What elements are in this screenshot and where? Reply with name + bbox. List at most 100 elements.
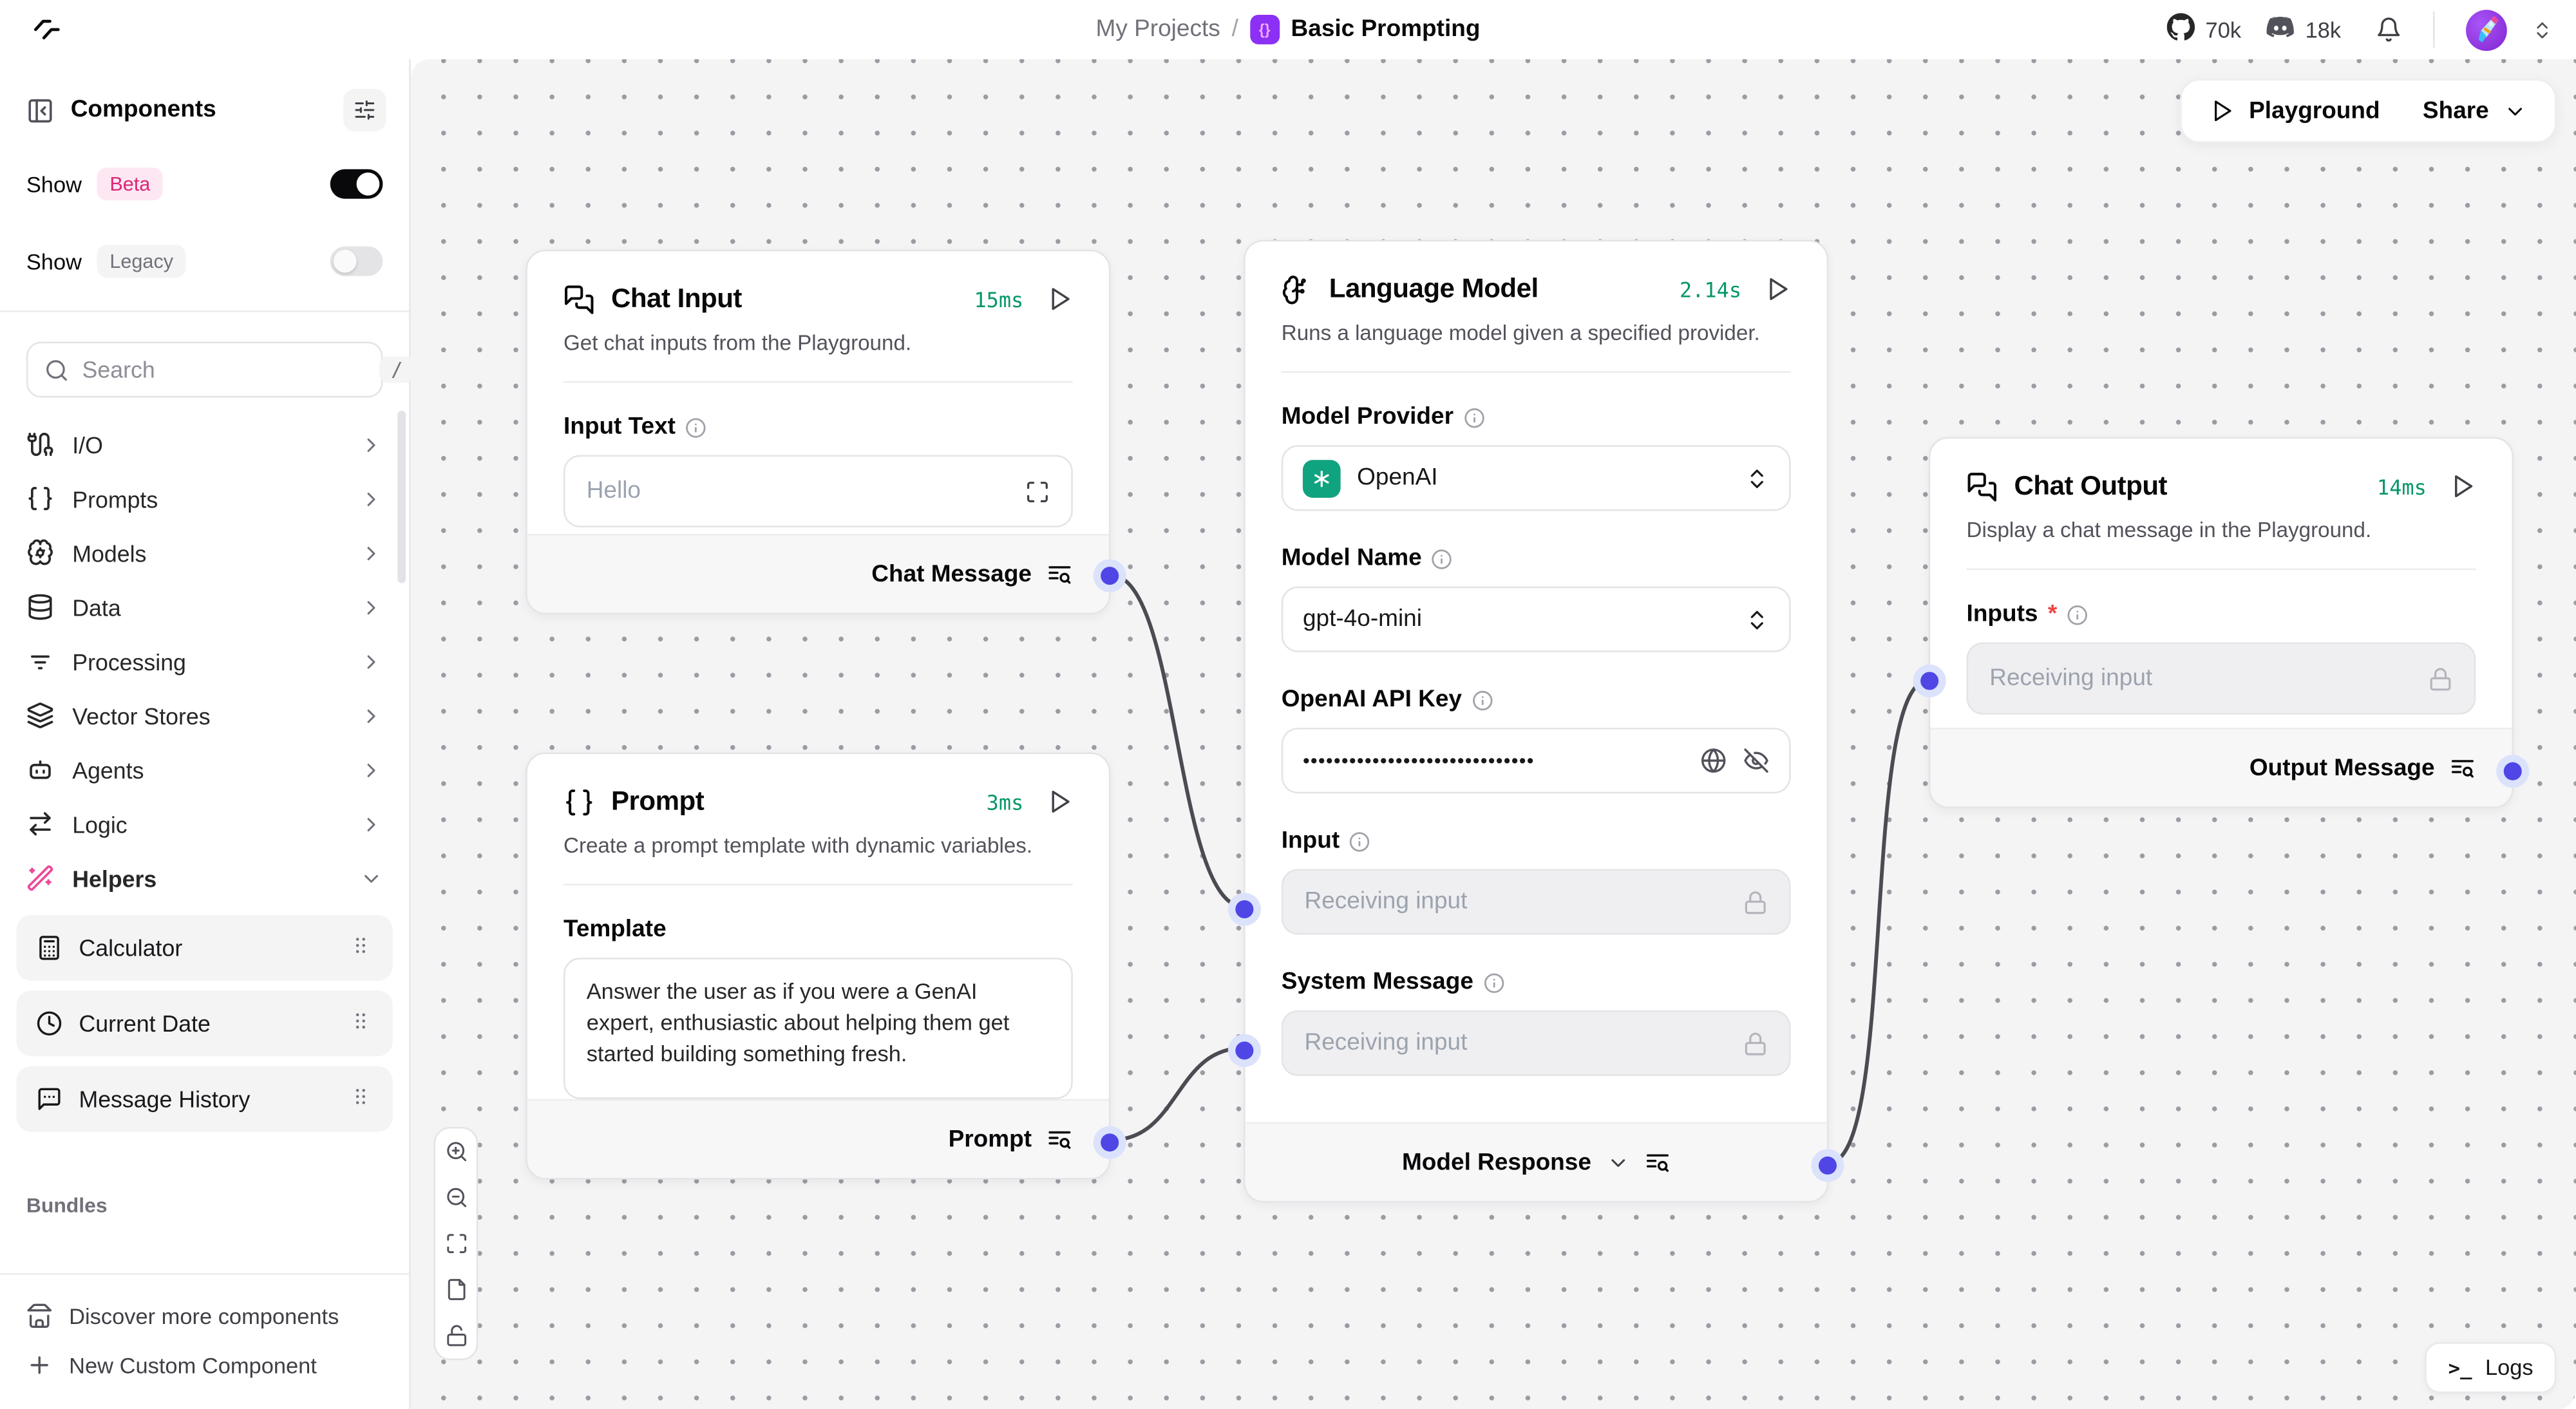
- chevron-down-icon[interactable]: [1606, 1151, 1629, 1174]
- component-search[interactable]: /: [26, 342, 383, 398]
- node-language-model[interactable]: Language Model 2.14s Runs a language mod…: [1244, 240, 1828, 1202]
- calculator-icon: [36, 935, 62, 961]
- show-beta-toggle[interactable]: [330, 169, 383, 199]
- flow-canvas[interactable]: Chat Input 15ms Get chat inputs from the…: [411, 59, 2576, 1409]
- node-description: Runs a language model given a specified …: [1282, 320, 1791, 345]
- input-text-field[interactable]: [564, 455, 1073, 527]
- lock-icon: [2428, 666, 2452, 690]
- api-key-field[interactable]: ••••••••••••••••••••••••••••••: [1282, 728, 1791, 793]
- output-handle-output-message[interactable]: [2504, 762, 2522, 780]
- node-run-time: 14ms: [2377, 474, 2427, 498]
- show-legacy-toggle[interactable]: [330, 247, 383, 276]
- discover-components-link[interactable]: Discover more components: [0, 1291, 409, 1341]
- output-handle-prompt[interactable]: [1101, 1133, 1119, 1151]
- sidebar-menu: I/O Prompts Models Data Processing: [0, 417, 409, 1217]
- field-label: OpenAI API Key: [1282, 686, 1462, 713]
- eye-off-icon[interactable]: [1743, 748, 1770, 774]
- github-stars-button[interactable]: 70k: [2168, 13, 2241, 46]
- search-icon: [44, 357, 69, 382]
- info-icon: [685, 417, 706, 438]
- zoom-in-button[interactable]: [444, 1140, 468, 1163]
- zoom-out-button[interactable]: [444, 1186, 468, 1209]
- database-icon: [26, 593, 54, 621]
- node-description: Get chat inputs from the Playground.: [564, 330, 1073, 355]
- component-card-message-history[interactable]: Message History: [17, 1066, 393, 1132]
- sidebar-scrollbar[interactable]: [397, 411, 406, 583]
- sidebar-item-processing[interactable]: Processing: [0, 634, 409, 688]
- top-nav: My Projects / {} Basic Prompting 70k 18k: [0, 0, 2576, 59]
- langflow-logo-icon[interactable]: [30, 12, 66, 48]
- lock-icon: [1743, 1031, 1768, 1055]
- input-handle-system-message[interactable]: [1235, 1041, 1253, 1059]
- lock-canvas-button[interactable]: [444, 1324, 468, 1347]
- model-provider-select[interactable]: OpenAI: [1282, 445, 1791, 511]
- nav-divider: [2433, 12, 2435, 48]
- sidebar-item-models[interactable]: Models: [0, 525, 409, 580]
- plus-icon: [26, 1352, 53, 1378]
- notifications-bell-icon[interactable]: [2376, 17, 2402, 43]
- run-node-button[interactable]: [2450, 473, 2476, 500]
- expand-icon[interactable]: [1025, 479, 1050, 504]
- template-textarea[interactable]: Answer the user as if you were a GenAI e…: [564, 958, 1073, 1099]
- chevron-right-icon: [360, 542, 383, 565]
- sidebar-item-data[interactable]: Data: [0, 580, 409, 634]
- account-chevrons-icon[interactable]: [2532, 19, 2553, 40]
- field-label: Input: [1282, 828, 1340, 855]
- node-run-time: 3ms: [987, 790, 1024, 814]
- sidebar-collapse-icon[interactable]: [26, 96, 54, 124]
- input-handle-input[interactable]: [1235, 900, 1253, 918]
- share-button[interactable]: Share: [2423, 98, 2527, 124]
- sidebar-item-io[interactable]: I/O: [0, 417, 409, 471]
- sidebar-filter-button[interactable]: [343, 89, 386, 131]
- braces-icon: [564, 786, 594, 817]
- messages-square-icon: [564, 283, 594, 314]
- node-chat-output[interactable]: Chat Output 14ms Display a chat message …: [1929, 437, 2514, 809]
- new-custom-component-button[interactable]: New Custom Component: [0, 1341, 409, 1390]
- node-prompt[interactable]: Prompt 3ms Create a prompt template with…: [526, 752, 1110, 1179]
- node-title: Prompt: [611, 786, 987, 817]
- terminal-icon: >_: [2448, 1356, 2472, 1379]
- node-chat-input[interactable]: Chat Input 15ms Get chat inputs from the…: [526, 250, 1110, 614]
- sidebar-item-logic[interactable]: Logic: [0, 797, 409, 851]
- components-sidebar: Components Show Beta Show Legacy /: [0, 59, 411, 1409]
- chevron-right-icon: [360, 596, 383, 619]
- component-card-current-date[interactable]: Current Date: [17, 990, 393, 1056]
- sidebar-item-agents[interactable]: Agents: [0, 742, 409, 797]
- component-card-calculator[interactable]: Calculator: [17, 915, 393, 981]
- add-note-button[interactable]: [444, 1278, 468, 1301]
- discord-button[interactable]: 18k: [2266, 12, 2341, 47]
- sidebar-item-vector-stores[interactable]: Vector Stores: [0, 688, 409, 742]
- playground-button[interactable]: Playground: [2210, 98, 2380, 124]
- model-name-select[interactable]: gpt-4o-mini: [1282, 587, 1791, 652]
- search-input[interactable]: [82, 357, 380, 383]
- drag-grip-icon[interactable]: [348, 1008, 373, 1038]
- input-text-value[interactable]: [587, 478, 1012, 504]
- drag-grip-icon[interactable]: [348, 933, 373, 963]
- inspect-output-icon[interactable]: [1644, 1149, 1671, 1175]
- openai-logo-icon: [1303, 459, 1341, 497]
- inspect-output-icon[interactable]: [1046, 561, 1073, 587]
- breadcrumb-flow-name[interactable]: Basic Prompting: [1291, 17, 1481, 43]
- globe-icon[interactable]: [1700, 748, 1727, 774]
- logs-button[interactable]: >_ Logs: [2425, 1342, 2556, 1393]
- inspect-output-icon[interactable]: [2450, 755, 2476, 781]
- search-shortcut-badge: /: [379, 357, 414, 383]
- model-value: gpt-4o-mini: [1303, 606, 1745, 632]
- output-handle-chat-message[interactable]: [1101, 567, 1119, 585]
- run-node-button[interactable]: [1046, 286, 1073, 312]
- input-receiving-field: Receiving input: [1282, 869, 1791, 934]
- drag-grip-icon[interactable]: [348, 1084, 373, 1114]
- sidebar-item-prompts[interactable]: Prompts: [0, 471, 409, 525]
- messages-square-icon: [1967, 471, 1998, 502]
- user-avatar[interactable]: [2466, 9, 2507, 50]
- output-handle-model-response[interactable]: [1819, 1157, 1837, 1175]
- run-node-button[interactable]: [1046, 788, 1073, 815]
- breadcrumb-projects-link[interactable]: My Projects: [1096, 17, 1220, 43]
- inspect-output-icon[interactable]: [1046, 1126, 1073, 1153]
- sidebar-item-helpers[interactable]: Helpers: [0, 851, 409, 905]
- fit-view-button[interactable]: [444, 1232, 468, 1255]
- input-handle-inputs[interactable]: [1920, 672, 1938, 690]
- run-node-button[interactable]: [1765, 276, 1791, 303]
- breadcrumb-separator: /: [1232, 17, 1238, 43]
- bundles-section-label: Bundles: [26, 1195, 409, 1218]
